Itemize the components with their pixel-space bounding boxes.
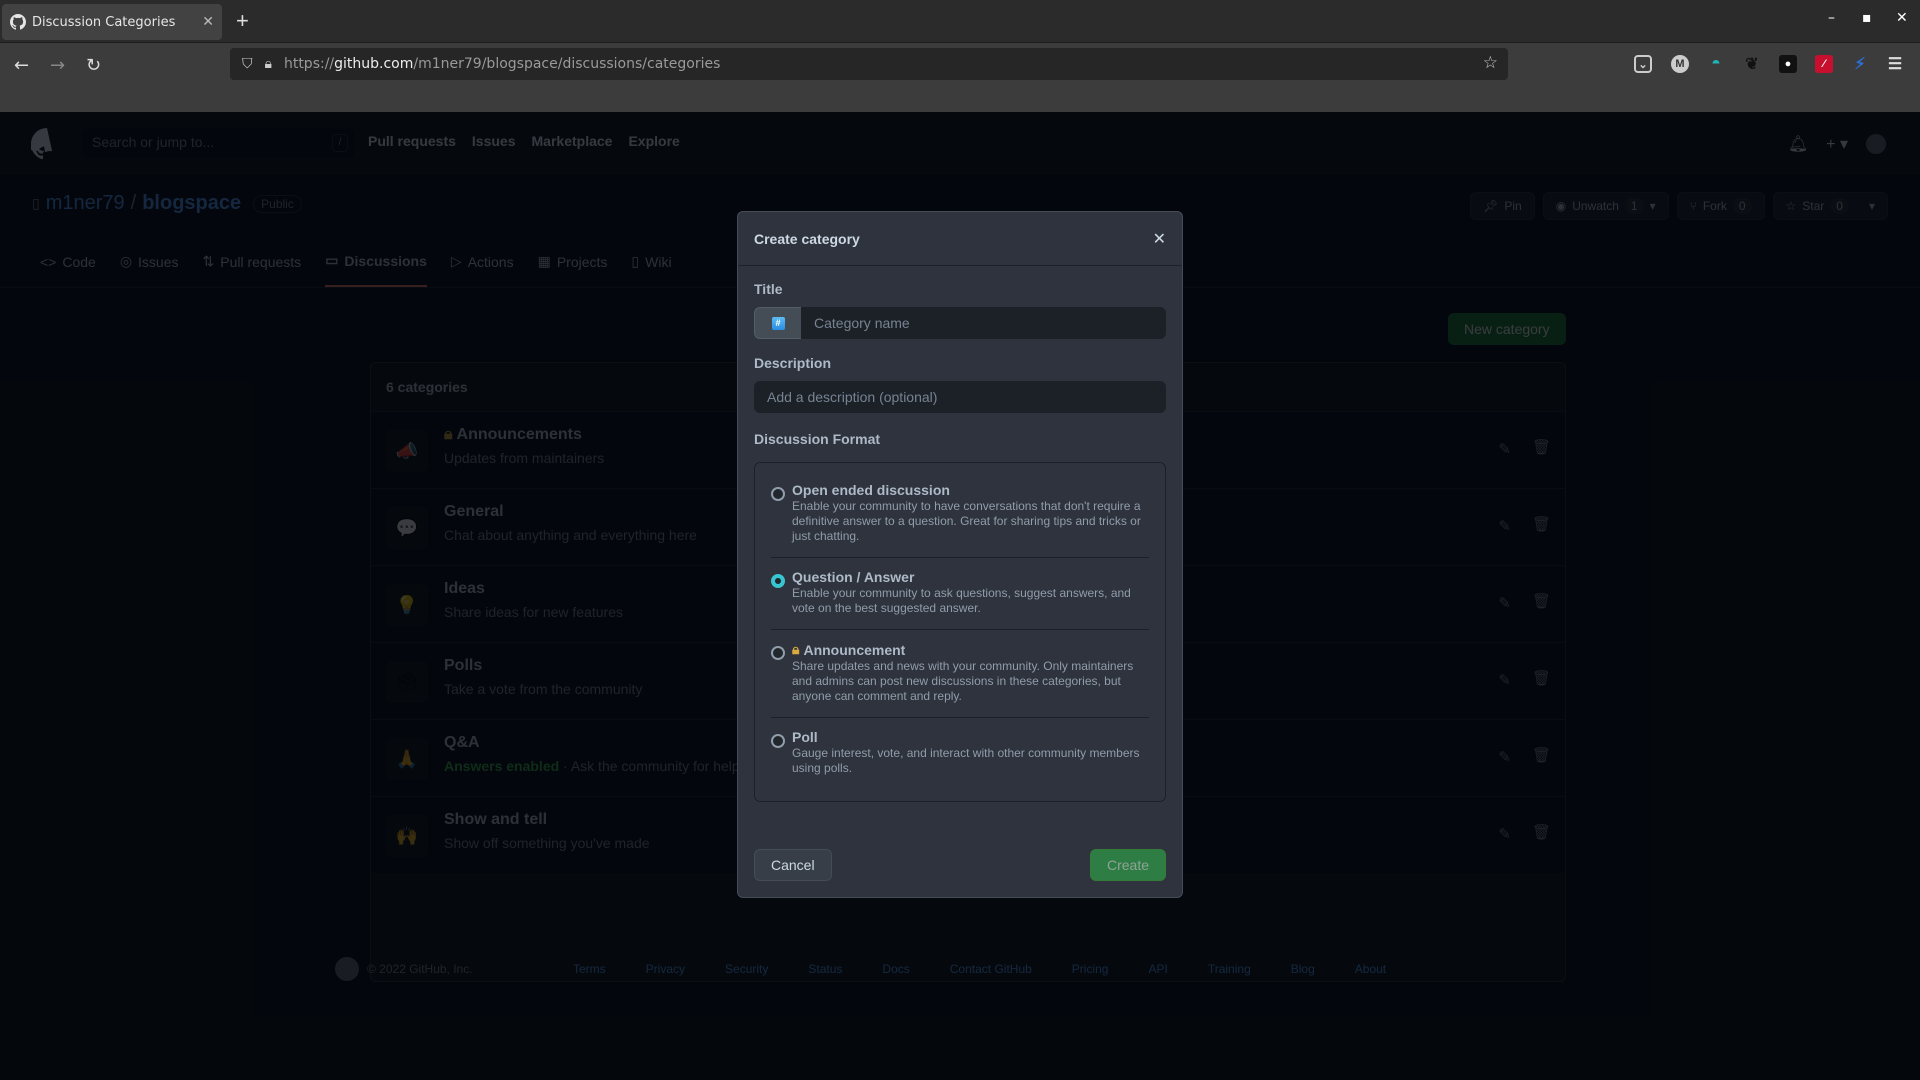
tab-title: Discussion Categories (32, 14, 176, 30)
url-path: /m1ner79/blogspace/discussions/categorie… (413, 56, 721, 72)
window-close-icon[interactable]: ✕ (1896, 10, 1908, 26)
create-button[interactable]: Create (1089, 849, 1166, 881)
m-extension-icon[interactable]: M (1671, 55, 1689, 73)
dialog-body: Title # Description Discussion Format Op… (738, 281, 1182, 802)
browser-toolbar: ← → ↻ ⛉ 🔒︎ https://github.com/m1ner79/bl… (0, 43, 1920, 112)
format-title: Open ended discussion (792, 482, 950, 498)
title-label: Title (754, 281, 783, 297)
dialog-footer: Cancel Create (754, 849, 1166, 881)
url-host: github.com (334, 56, 414, 72)
pocket-icon[interactable]: ⌄ (1634, 55, 1652, 73)
browser-tab-bar: Discussion Categories ✕ + – ▪ ✕ (0, 0, 1920, 43)
description-label: Description (754, 355, 832, 371)
close-tab-icon[interactable]: ✕ (202, 14, 214, 30)
lock-icon: 🔒︎ (792, 641, 800, 657)
radio-announcement[interactable] (771, 646, 785, 660)
close-dialog-icon[interactable]: ✕ (1153, 229, 1166, 248)
format-description: Share updates and news with your communi… (792, 659, 1134, 703)
category-name-input[interactable] (801, 307, 1166, 339)
format-description: Enable your community to have conversati… (792, 499, 1141, 543)
radio-question-answer[interactable] (771, 574, 785, 588)
format-description: Enable your community to ask questions, … (792, 586, 1131, 615)
format-title: Poll (792, 729, 818, 745)
create-category-dialog: Create category ✕ Title # Description Di… (737, 211, 1183, 898)
browser-tab[interactable]: Discussion Categories ✕ (2, 4, 222, 40)
format-title: Question / Answer (792, 569, 915, 585)
github-favicon-icon (10, 14, 26, 30)
vpn-icon[interactable]: ◓ (1707, 55, 1725, 73)
blue-extension-icon[interactable]: ⚡︎ (1851, 55, 1869, 73)
bookmark-star-icon[interactable]: ☆ (1483, 53, 1498, 73)
dialog-title: Create category (754, 230, 860, 247)
new-tab-button[interactable]: + (236, 9, 249, 33)
address-bar[interactable]: ⛉ 🔒︎ https://github.com/m1ner79/blogspac… (230, 48, 1508, 80)
format-option-announcement[interactable]: 🔒︎ Announcement Share updates and news wi… (771, 630, 1149, 718)
format-option-poll[interactable]: Poll Gauge interest, vote, and interact … (771, 718, 1149, 789)
shield-icon[interactable]: ⛉ (242, 56, 253, 72)
reload-icon[interactable]: ↻ (86, 55, 101, 76)
dialog-header: Create category ✕ (738, 212, 1182, 266)
lock-icon[interactable]: 🔒︎ (265, 56, 272, 72)
title-field-group: # (754, 307, 1166, 339)
format-title: Announcement (803, 641, 906, 658)
menu-icon[interactable]: ☰ (1886, 55, 1904, 73)
url-scheme: https:// (283, 56, 335, 72)
gimp-paw-icon[interactable]: ❦ (1743, 55, 1761, 73)
discussion-format-options: Open ended discussion Enable your commun… (754, 462, 1166, 802)
maximize-icon[interactable]: ▪ (1862, 10, 1872, 26)
emoji-picker-button[interactable]: # (754, 307, 801, 339)
hash-emoji-icon: # (771, 316, 785, 330)
radio-open-ended[interactable] (771, 487, 785, 501)
magic-wand-icon[interactable]: ⁄ (1815, 55, 1833, 73)
discussion-format-label: Discussion Format (754, 431, 881, 447)
format-description: Gauge interest, vote, and interact with … (792, 746, 1140, 775)
github-extension-icon[interactable]: ● (1779, 55, 1797, 73)
format-option-question-answer[interactable]: Question / Answer Enable your community … (771, 558, 1149, 630)
forward-icon[interactable]: → (50, 55, 65, 76)
minimize-icon[interactable]: – (1828, 10, 1835, 26)
description-input[interactable] (754, 381, 1166, 413)
radio-poll[interactable] (771, 734, 785, 748)
format-option-open-ended[interactable]: Open ended discussion Enable your commun… (771, 471, 1149, 558)
cancel-button[interactable]: Cancel (754, 849, 832, 881)
back-icon[interactable]: ← (14, 55, 29, 76)
